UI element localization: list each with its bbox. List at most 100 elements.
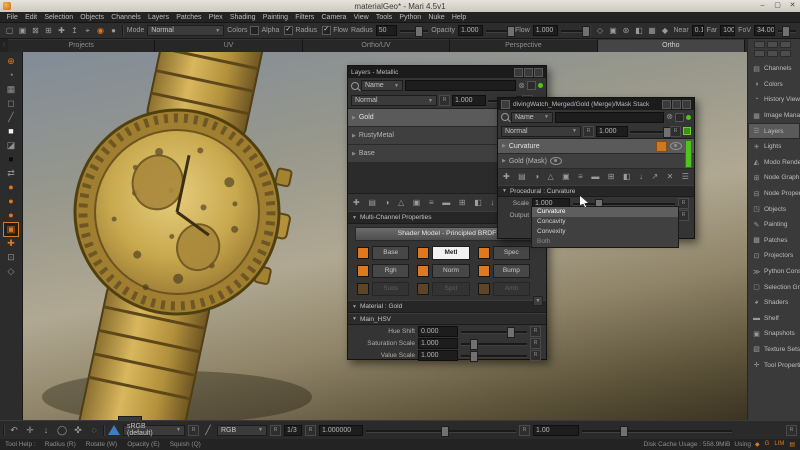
tabbar-drag-handle[interactable]: ⁝ <box>0 39 8 52</box>
channel-swatch[interactable] <box>477 247 490 259</box>
merge-layers-icon[interactable]: ≡ <box>578 171 583 183</box>
dropdown-option[interactable]: Concavity <box>532 217 678 227</box>
channel-button[interactable]: Spct <box>432 282 470 296</box>
viewport-tab[interactable]: UV <box>155 39 303 52</box>
clear-search-icon[interactable]: ⊗ <box>518 81 525 90</box>
layer-search-input[interactable] <box>555 111 665 123</box>
hsv-section-header[interactable]: Main_HSV <box>348 313 546 325</box>
duplicate-layer-icon[interactable]: ⊞ <box>608 171 615 183</box>
sidebar-item-texture-sets[interactable]: ▧ Texture Sets <box>748 342 800 358</box>
pan-tool-icon[interactable]: ✛ <box>24 424 36 436</box>
expand-icon[interactable]: ▶ <box>352 115 356 121</box>
expand-icon[interactable]: ▶ <box>502 158 506 164</box>
add-layer-icon[interactable]: ✚ <box>503 171 510 183</box>
sidebar-item-node-properties[interactable]: ⊟ Node Properties <box>748 186 800 202</box>
add-procedural-layer-icon[interactable]: △ <box>398 197 404 209</box>
share-layer-icon[interactable]: ↗ <box>651 171 658 183</box>
menu-item[interactable]: Patches <box>173 14 205 21</box>
channel-swatch[interactable] <box>357 265 369 277</box>
panel-maximize-icon[interactable] <box>524 67 533 77</box>
channel-swatch[interactable] <box>417 247 430 259</box>
visibility-eye-icon[interactable] <box>670 142 682 150</box>
visibility-eye-icon[interactable] <box>549 157 562 165</box>
fov-slider[interactable] <box>778 25 797 37</box>
radius-slider[interactable] <box>399 25 429 37</box>
slider-handle[interactable] <box>781 26 790 37</box>
channel-button[interactable]: Amb <box>492 282 530 296</box>
gamma-field[interactable]: 1.00 <box>533 424 579 436</box>
channel-button[interactable]: Rgh <box>372 264 410 278</box>
menu-item[interactable]: Layers <box>144 14 172 21</box>
checkbox-icon[interactable] <box>322 25 332 35</box>
near-field[interactable]: 0.1 <box>691 25 704 36</box>
menu-item[interactable]: Channels <box>108 14 145 21</box>
slider-handle[interactable] <box>469 350 478 362</box>
menu-item[interactable]: Edit <box>21 14 40 21</box>
history-tool-icon[interactable]: ◔ <box>4 69 18 82</box>
reset-icon[interactable] <box>530 349 541 361</box>
fov-field[interactable]: 34.000 <box>754 25 776 36</box>
wireframe-icon[interactable]: ▦ <box>646 25 657 36</box>
log-icon[interactable]: ▤ <box>789 441 795 448</box>
curves-icon[interactable]: ╱ <box>202 424 214 436</box>
perspective-view-icon[interactable]: ◇ <box>594 25 605 36</box>
panel-title-bar[interactable]: Layers - Metallic <box>348 66 546 78</box>
panel-dock-icon[interactable] <box>662 99 671 109</box>
paint-brush-tool-icon[interactable]: ╱ <box>4 111 18 124</box>
maximize-icon[interactable]: ▢ <box>770 1 785 11</box>
foreground-color-swatch[interactable]: ■ <box>4 125 18 138</box>
menu-item[interactable]: Tools <box>372 14 396 21</box>
new-project-icon[interactable]: ▢ <box>4 25 15 36</box>
slider-handle[interactable] <box>441 425 449 437</box>
add-adjustment-layer-icon[interactable]: ◑ <box>534 171 539 183</box>
sidebar-item-node-graph[interactable]: ⊞ Node Graph <box>748 170 800 186</box>
checkbox-icon[interactable] <box>284 25 294 35</box>
save-project-icon[interactable]: ⊞ <box>43 25 54 36</box>
blend-mode-dropdown[interactable]: Normal ▼ <box>501 125 581 137</box>
close-icon[interactable]: ✕ <box>785 1 800 11</box>
hsv-slider[interactable] <box>461 350 527 362</box>
clone-stamp-tool-icon[interactable]: ⊡ <box>4 251 18 264</box>
add-channel-layer-icon[interactable]: ▤ <box>518 171 526 183</box>
eraser-tool-icon[interactable]: ◪ <box>4 139 18 152</box>
menu-item[interactable]: Camera <box>318 14 350 21</box>
flow-slider[interactable] <box>561 25 591 37</box>
layers-menu-icon[interactable]: ☰ <box>682 171 689 183</box>
scroll-down-icon[interactable]: ▼ <box>533 296 543 306</box>
menu-item[interactable]: Painting <box>259 14 291 21</box>
page-field[interactable]: 1/3 <box>284 424 302 436</box>
add-mask-icon[interactable]: ◧ <box>474 197 482 209</box>
menu-item[interactable]: View <box>350 14 372 21</box>
transform-paint-icon[interactable]: ✜ <box>72 424 84 436</box>
layer-search-input[interactable] <box>405 80 517 91</box>
slider-handle[interactable] <box>415 26 424 37</box>
gl-status[interactable]: G <box>765 441 770 448</box>
warning-icon[interactable]: ◆ <box>755 441 760 448</box>
clear-search-icon[interactable]: ⊗ <box>666 113 673 121</box>
swap-colors-icon[interactable]: ⇄ <box>4 167 18 180</box>
cache-layer-icon[interactable]: ↓ <box>490 197 494 209</box>
sidebar-item-shelf[interactable]: ▬ Shelf <box>748 311 800 327</box>
slider-handle[interactable] <box>469 338 478 350</box>
add-group-icon[interactable]: ▣ <box>413 197 421 209</box>
environment-sphere-icon[interactable]: ● <box>4 209 18 222</box>
flatten-icon[interactable]: ▬ <box>591 171 599 183</box>
add-adjustment-layer-icon[interactable]: ◑ <box>385 197 390 209</box>
colorspace-dropdown[interactable]: sRGB (default) ▼ <box>123 423 185 437</box>
add-procedural-layer-icon[interactable]: △ <box>548 171 554 183</box>
smudge-tool-icon[interactable]: ● <box>4 195 18 208</box>
palette-dock-icons[interactable] <box>748 39 797 61</box>
cache-layer-icon[interactable]: ↓ <box>639 171 643 183</box>
filter-by-dropdown[interactable]: Name ▼ <box>361 80 403 91</box>
channel-button[interactable]: Spec <box>492 246 530 260</box>
sidebar-item-modo-render[interactable]: ◭ Modo Render <box>748 155 800 171</box>
sidebar-item-projectors[interactable]: ⊡ Projectors <box>748 248 800 264</box>
paint-through-tool-icon[interactable]: ▣ <box>3 222 19 237</box>
menu-item[interactable]: File <box>3 14 21 21</box>
flow-field[interactable]: 1.000 <box>532 25 559 36</box>
geometry-tool-icon[interactable]: ▦ <box>4 83 18 96</box>
slider-handle[interactable] <box>582 26 591 37</box>
menu-item[interactable]: Help <box>448 14 470 21</box>
layer-row[interactable]: ▶ Curvature <box>498 139 694 154</box>
add-channel-layer-icon[interactable]: ▤ <box>368 197 376 209</box>
